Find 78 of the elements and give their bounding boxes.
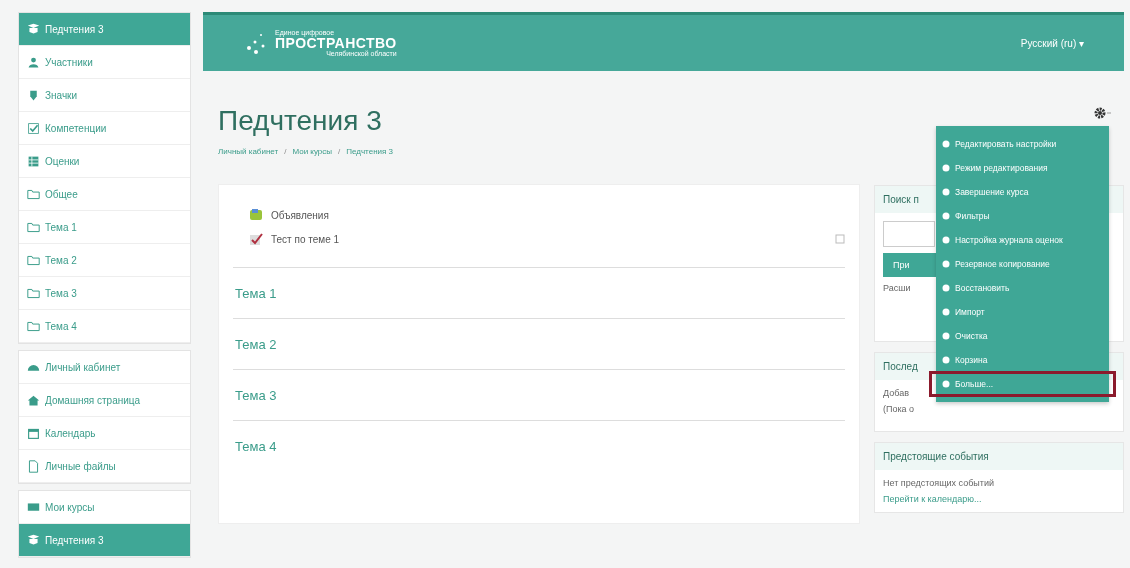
sidebar-item[interactable]: Компетенции: [19, 112, 190, 145]
sidebar-item[interactable]: Личные файлы: [19, 450, 190, 483]
sidebar-item[interactable]: Значки: [19, 79, 190, 112]
section-link[interactable]: Тема 2: [235, 336, 277, 352]
grades-icon: [27, 154, 40, 168]
menu-item-icon: [942, 332, 950, 340]
menu-item[interactable]: Импорт: [936, 300, 1109, 324]
breadcrumb-separator: /: [284, 147, 287, 156]
menu-item[interactable]: Очистка: [936, 324, 1109, 348]
folder-icon: [27, 253, 40, 267]
menu-item[interactable]: Восстановить: [936, 276, 1109, 300]
block-text: (Пока о: [883, 404, 915, 414]
settings-icon[interactable]: [1094, 107, 1112, 119]
menu-item[interactable]: Корзина: [936, 348, 1109, 372]
sidebar-item[interactable]: Педчтения 3: [19, 524, 190, 557]
courses-icon: [27, 500, 40, 514]
sidebar-item[interactable]: Тема 3: [19, 277, 190, 310]
badge-icon: [27, 88, 40, 102]
menu-item-icon: [942, 212, 950, 220]
block-title: Предстоящие события: [883, 451, 989, 462]
page-title: Педчтения 3: [218, 105, 383, 137]
menu-item-icon: [942, 380, 950, 388]
folder-icon: [27, 220, 40, 234]
block-text: Нет предстоящих событий: [883, 478, 994, 488]
menu-item-icon: [942, 140, 950, 148]
calendar-link[interactable]: Перейти к календарю...: [883, 494, 982, 504]
menu-item[interactable]: Режим редактирования: [936, 156, 1109, 180]
quiz-icon: [249, 232, 263, 246]
menu-item[interactable]: Фильтры: [936, 204, 1109, 228]
menu-item[interactable]: Завершение курса: [936, 180, 1109, 204]
activity-link[interactable]: Объявления: [271, 209, 329, 221]
sidebar-item[interactable]: Тема 2: [19, 244, 190, 277]
folder-icon: [27, 187, 40, 201]
block-title: Послед: [883, 361, 918, 372]
activity-link[interactable]: Тест по теме 1: [271, 233, 340, 245]
sidebar-item[interactable]: Педчтения 3: [19, 13, 190, 46]
home-icon: [27, 393, 40, 407]
menu-item[interactable]: Настройка журнала оценок: [936, 228, 1109, 252]
sidebar-item[interactable]: Личный кабинет: [19, 351, 190, 384]
menu-item-icon: [942, 260, 950, 268]
block-title: Поиск п: [883, 194, 919, 205]
file-icon: [27, 459, 40, 473]
search-field[interactable]: [883, 221, 935, 247]
menu-item-icon: [942, 356, 950, 364]
folder-icon: [27, 319, 40, 333]
menu-item-icon: [942, 164, 950, 172]
logo-title: ПРОСТРАНСТВО: [275, 36, 397, 50]
check-icon: [27, 121, 40, 135]
sidebar-item[interactable]: Оценки: [19, 145, 190, 178]
menu-item[interactable]: Редактировать настройки: [936, 132, 1109, 156]
breadcrumb-link[interactable]: Личный кабинет: [218, 147, 279, 156]
sidebar-item[interactable]: Тема 4: [19, 310, 190, 343]
breadcrumb-separator: /: [338, 147, 341, 156]
menu-item[interactable]: Больше...: [930, 372, 1115, 396]
menu-item-icon: [942, 188, 950, 196]
sidebar-item[interactable]: Участники: [19, 46, 190, 79]
menu-item-icon: [942, 236, 950, 244]
forum-icon: [249, 208, 263, 222]
course-icon: [27, 533, 40, 547]
breadcrumb-link[interactable]: Мои курсы: [292, 147, 332, 156]
sidebar-item[interactable]: Тема 1: [19, 211, 190, 244]
menu-item-icon: [942, 308, 950, 316]
folder-icon: [27, 286, 40, 300]
sidebar-item[interactable]: Домашняя страница: [19, 384, 190, 417]
sidebar-item[interactable]: Общее: [19, 178, 190, 211]
section-link[interactable]: Тема 4: [235, 438, 277, 454]
calendar-icon: [27, 426, 40, 440]
sidebar-item[interactable]: Календарь: [19, 417, 190, 450]
breadcrumb-link[interactable]: Педчтения 3: [346, 147, 394, 156]
course-icon: [27, 22, 40, 36]
section-link[interactable]: Тема 3: [235, 387, 277, 403]
block-text: Добав: [883, 388, 909, 398]
checkbox-icon[interactable]: [835, 234, 845, 244]
language-menu[interactable]: Русский (ru) ▾: [1020, 37, 1084, 49]
menu-item-icon: [942, 284, 950, 292]
block-text: Расши: [883, 283, 911, 293]
users-icon: [27, 55, 40, 69]
section-link[interactable]: Тема 1: [235, 285, 277, 301]
